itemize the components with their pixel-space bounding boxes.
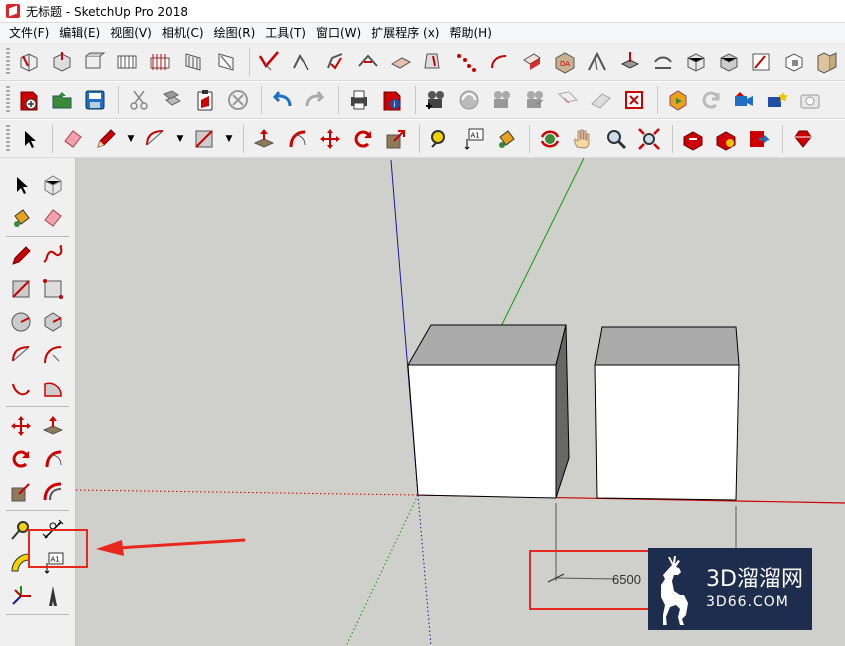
deer-logo-icon (661, 556, 688, 625)
watermark-logo: 3D溜溜网 3D66.COM (648, 548, 812, 630)
annotation-arrow-head (96, 540, 124, 556)
tool-highlight-box (28, 529, 88, 568)
watermark-main-text: 3D溜溜网 (706, 567, 803, 592)
watermark-sub-text: 3D66.COM (706, 594, 789, 610)
annotation-arrow-shaft (117, 538, 246, 550)
